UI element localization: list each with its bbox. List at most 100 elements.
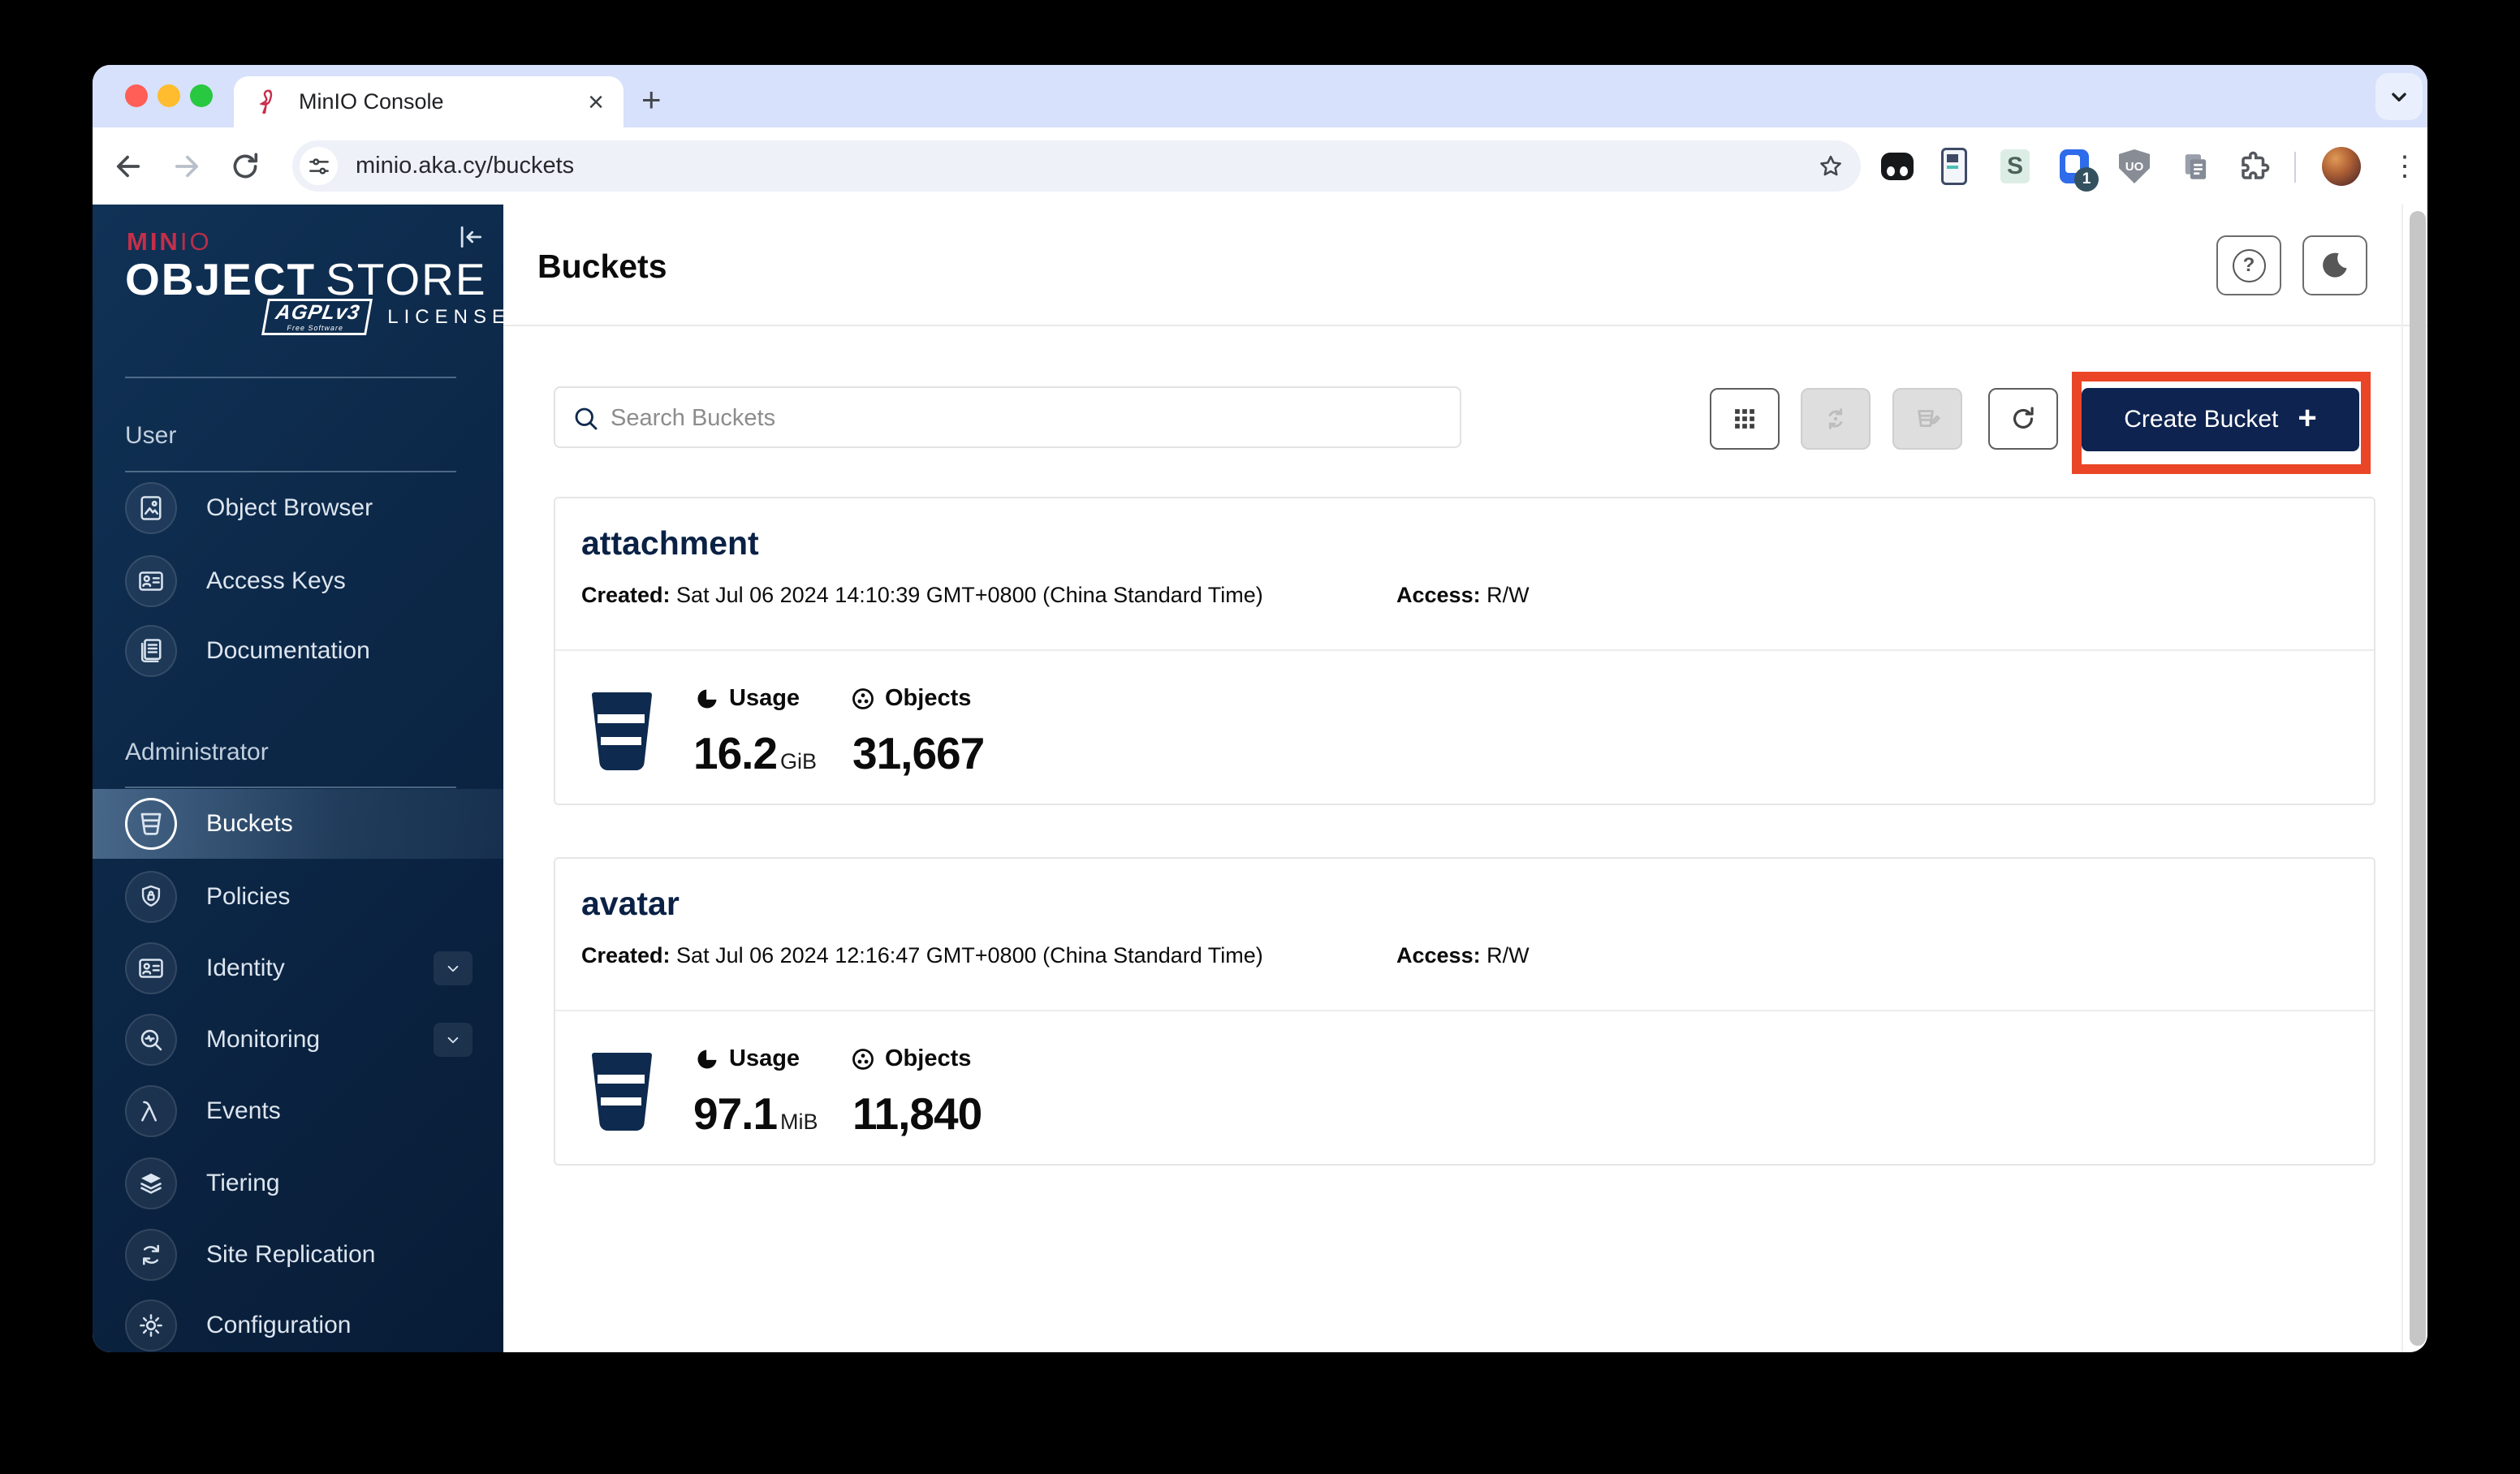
reload-button[interactable] bbox=[226, 147, 265, 186]
forward-button[interactable] bbox=[167, 147, 206, 186]
bucket-icon-large bbox=[592, 1053, 652, 1131]
sidebar-item-policies[interactable]: Policies bbox=[93, 862, 503, 932]
refresh-button[interactable] bbox=[1988, 388, 2058, 450]
bucket-name: avatar bbox=[581, 885, 680, 922]
license-row: AGPLv3 Free Software LICENSE bbox=[261, 299, 505, 335]
sidebar-item-buckets[interactable]: Buckets bbox=[93, 789, 503, 859]
profile-avatar[interactable] bbox=[2322, 147, 2361, 186]
chevron-down-icon bbox=[2392, 93, 2406, 101]
tab-strip: MinIO Console × + bbox=[93, 65, 2427, 127]
divider bbox=[125, 787, 456, 788]
sidebar-item-monitoring[interactable]: Monitoring bbox=[93, 1005, 503, 1075]
bucket-access: Access: R/W bbox=[1396, 943, 1530, 968]
sidebar-item-documentation[interactable]: Documentation bbox=[93, 616, 503, 686]
traffic-light-maximize[interactable] bbox=[190, 84, 213, 107]
scrollbar-track bbox=[2401, 205, 2403, 1352]
bucket-card-avatar[interactable]: avatar Created: Sat Jul 06 2024 12:16:47… bbox=[554, 857, 2375, 1166]
expand-monitoring-chevron[interactable] bbox=[434, 1023, 472, 1057]
extension-s-icon[interactable]: S bbox=[1997, 149, 2033, 184]
sidebar-item-tiering[interactable]: Tiering bbox=[93, 1149, 503, 1218]
objects-icon bbox=[852, 687, 874, 709]
objects-value: 11,840 bbox=[852, 1088, 982, 1139]
help-button[interactable]: ? bbox=[2216, 235, 2281, 295]
objects-label: Objects bbox=[851, 1045, 971, 1072]
scrollbar-thumb[interactable] bbox=[2410, 211, 2426, 1346]
license-label: LICENSE bbox=[387, 305, 511, 328]
divider bbox=[555, 649, 2374, 651]
usage-label: Usage bbox=[695, 1045, 800, 1072]
extension-ublock-icon[interactable]: UO bbox=[2117, 149, 2152, 184]
sidebar-item-identity[interactable]: Identity bbox=[93, 933, 503, 1003]
url-text: minio.aka.cy/buckets bbox=[356, 153, 575, 179]
divider bbox=[125, 471, 456, 472]
search-icon bbox=[575, 407, 598, 430]
monitoring-icon bbox=[140, 1029, 162, 1051]
bucket-icon-large bbox=[592, 692, 652, 770]
tab-title: MinIO Console bbox=[299, 89, 444, 114]
agpl-badge: AGPLv3 Free Software bbox=[261, 299, 373, 335]
sidebar-item-events[interactable]: Events bbox=[93, 1076, 503, 1146]
identity-card-icon bbox=[139, 959, 163, 978]
document-icon bbox=[140, 639, 162, 663]
usage-label: Usage bbox=[695, 685, 800, 712]
moon-icon bbox=[2323, 252, 2347, 278]
bucket-edit-icon bbox=[1918, 410, 1940, 427]
bookmark-star-icon[interactable] bbox=[1817, 153, 1845, 180]
section-label-user: User bbox=[125, 422, 177, 449]
gear-icon bbox=[140, 1314, 162, 1337]
dark-mode-toggle[interactable] bbox=[2302, 235, 2367, 295]
create-bucket-button[interactable]: Create Bucket + bbox=[2082, 388, 2359, 451]
layers-icon bbox=[140, 1173, 162, 1194]
objects-icon bbox=[852, 1048, 874, 1070]
toolbar-separator bbox=[2294, 152, 2296, 183]
object-store-wordmark: OBJECT STORE bbox=[125, 254, 487, 304]
extension-phone-icon[interactable] bbox=[1936, 148, 1972, 185]
extension-mask-icon[interactable] bbox=[1879, 149, 1915, 184]
minio-flamingo-favicon bbox=[259, 89, 273, 114]
extensions-puzzle-icon[interactable] bbox=[2237, 149, 2272, 184]
back-button[interactable] bbox=[109, 147, 148, 186]
page-title: Buckets bbox=[537, 248, 667, 285]
set-replication-button[interactable] bbox=[1801, 388, 1871, 450]
traffic-light-close[interactable] bbox=[125, 84, 148, 107]
delete-buckets-button[interactable] bbox=[1892, 388, 1962, 450]
collapse-sidebar-icon[interactable] bbox=[453, 219, 489, 255]
sidebar-item-site-replication[interactable]: Site Replication bbox=[93, 1220, 503, 1290]
objects-label: Objects bbox=[851, 685, 971, 712]
expand-identity-chevron[interactable] bbox=[434, 951, 472, 985]
usage-pie-icon bbox=[697, 1047, 718, 1069]
sidebar-item-object-browser[interactable]: Object Browser bbox=[93, 473, 503, 543]
id-card-icon bbox=[139, 571, 163, 591]
bucket-created: Created: Sat Jul 06 2024 14:10:39 GMT+08… bbox=[581, 583, 1263, 607]
new-tab-button[interactable]: + bbox=[641, 83, 662, 117]
browser-window: MinIO Console × + minio.aka.cy/buckets S… bbox=[93, 65, 2427, 1352]
sync-icon bbox=[1828, 408, 1843, 429]
search-input[interactable] bbox=[609, 388, 1456, 448]
image-icon bbox=[140, 496, 162, 520]
extension-copy-icon[interactable] bbox=[2177, 149, 2213, 184]
refresh-icon bbox=[2013, 407, 2034, 429]
tab-search-button[interactable] bbox=[2375, 73, 2423, 120]
bucket-card-attachment[interactable]: attachment Created: Sat Jul 06 2024 14:1… bbox=[554, 497, 2375, 805]
address-bar[interactable]: minio.aka.cy/buckets bbox=[292, 140, 1861, 192]
traffic-light-minimize[interactable] bbox=[158, 84, 180, 107]
minio-logo: MINIO bbox=[127, 227, 212, 256]
section-label-administrator: Administrator bbox=[125, 739, 269, 765]
sidebar-item-access-keys[interactable]: Access Keys bbox=[93, 546, 503, 616]
replication-arrows-icon bbox=[143, 1244, 159, 1265]
browser-tab[interactable]: MinIO Console × bbox=[234, 76, 624, 127]
site-settings-icon[interactable] bbox=[300, 147, 338, 185]
divider bbox=[125, 377, 456, 378]
sidebar-item-configuration[interactable]: Configuration bbox=[93, 1291, 503, 1352]
sidebar: MINIO OBJECT STORE AGPLv3 Free Software L… bbox=[93, 205, 505, 1352]
search-buckets-box bbox=[554, 386, 1461, 448]
chevron-down-icon bbox=[447, 1037, 459, 1044]
plus-icon: + bbox=[2298, 400, 2317, 436]
browser-menu-icon[interactable]: ⋮ bbox=[2388, 145, 2421, 187]
grid-view-button[interactable] bbox=[1710, 388, 1780, 450]
tab-close-icon[interactable]: × bbox=[588, 88, 604, 116]
bucket-created: Created: Sat Jul 06 2024 12:16:47 GMT+08… bbox=[581, 943, 1263, 968]
extension-blue-icon[interactable]: 1 bbox=[2056, 149, 2099, 192]
bucket-name: attachment bbox=[581, 524, 759, 562]
usage-pie-icon bbox=[697, 687, 718, 709]
